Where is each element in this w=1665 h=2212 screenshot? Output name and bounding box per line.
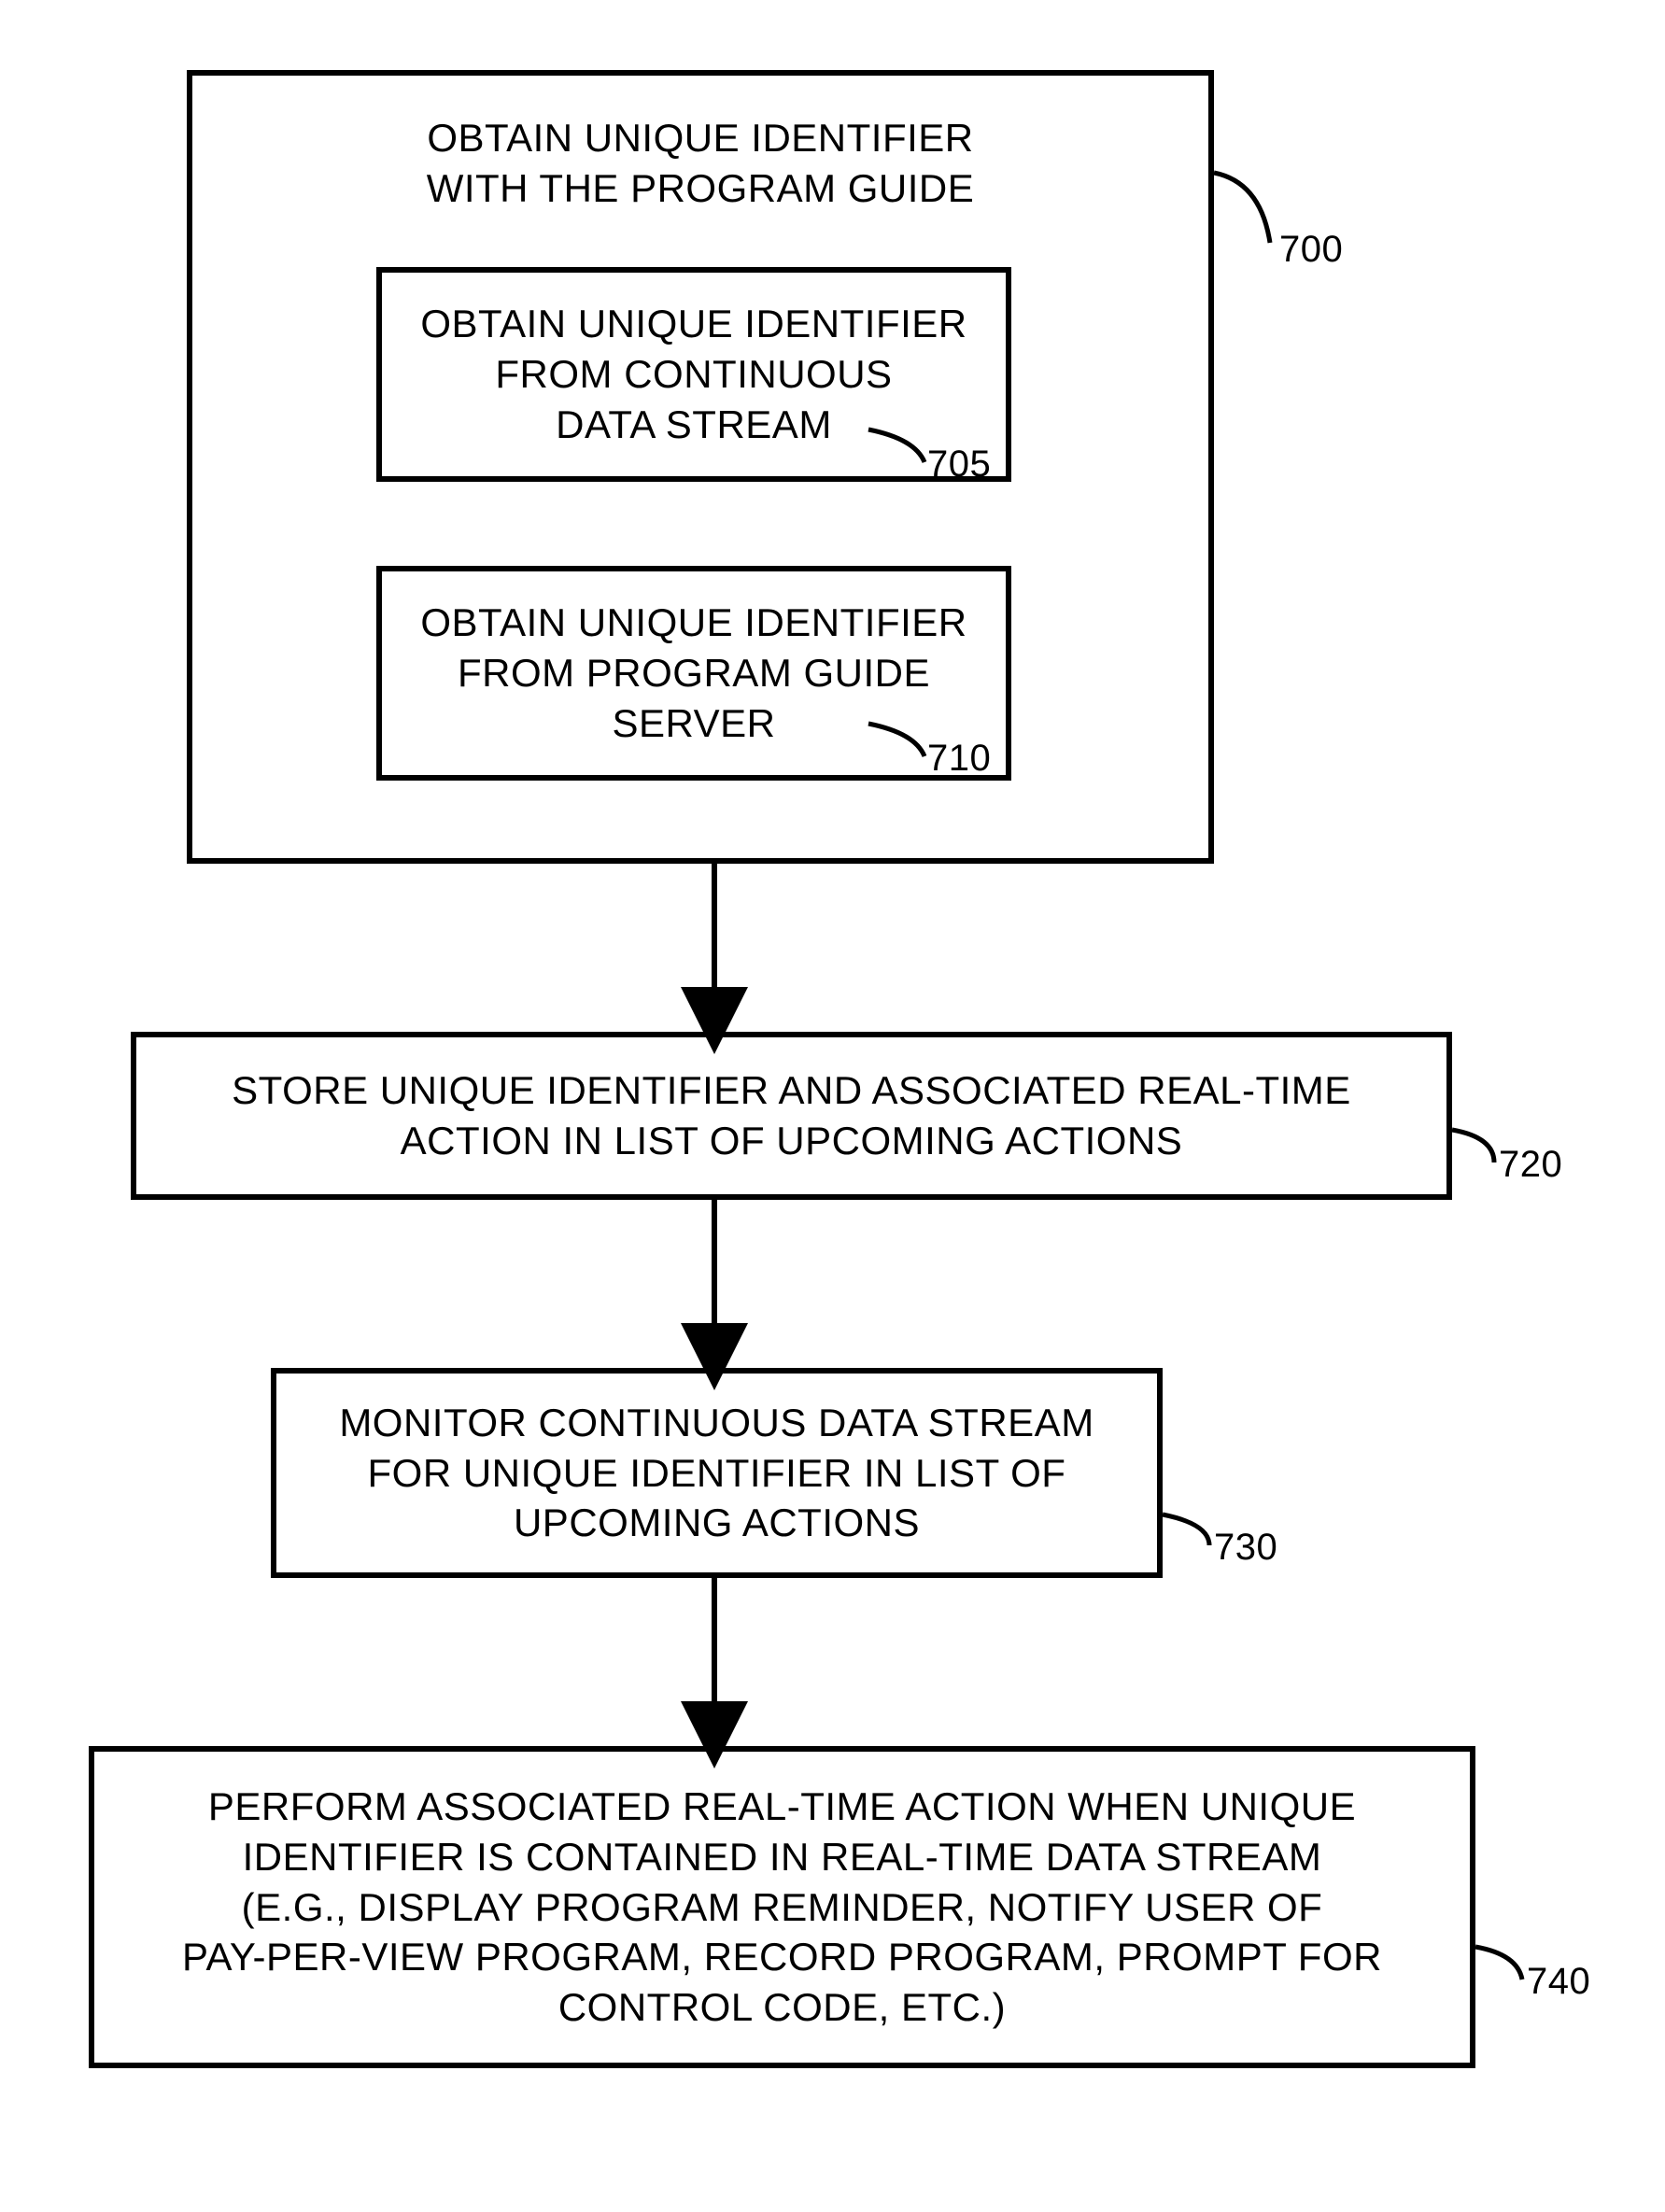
step-700-title: OBTAIN UNIQUE IDENTIFIERWITH THE PROGRAM… <box>192 113 1208 214</box>
flowchart-canvas: OBTAIN UNIQUE IDENTIFIERWITH THE PROGRAM… <box>0 0 1665 2212</box>
ref-label-705: 705 <box>927 444 991 486</box>
step-710-obtain-from-server: OBTAIN UNIQUE IDENTIFIERFROM PROGRAM GUI… <box>376 566 1011 781</box>
leader-730 <box>1163 1515 1209 1545</box>
ref-label-740: 740 <box>1527 1961 1590 2003</box>
ref-label-710: 710 <box>927 738 991 780</box>
leader-720 <box>1452 1130 1494 1162</box>
leader-740 <box>1475 1947 1522 1980</box>
ref-label-720: 720 <box>1499 1144 1562 1186</box>
step-700-obtain-identifier-guide: OBTAIN UNIQUE IDENTIFIERWITH THE PROGRAM… <box>187 70 1214 864</box>
step-720-store-identifier: STORE UNIQUE IDENTIFIER AND ASSOCIATED R… <box>131 1032 1452 1200</box>
ref-label-700: 700 <box>1279 229 1343 271</box>
step-705-obtain-from-stream: OBTAIN UNIQUE IDENTIFIERFROM CONTINUOUSD… <box>376 267 1011 482</box>
step-740-perform-action: PERFORM ASSOCIATED REAL-TIME ACTION WHEN… <box>89 1746 1475 2068</box>
step-730-monitor-stream: MONITOR CONTINUOUS DATA STREAMFOR UNIQUE… <box>271 1368 1163 1578</box>
ref-label-730: 730 <box>1214 1527 1277 1569</box>
leader-700 <box>1214 173 1270 243</box>
